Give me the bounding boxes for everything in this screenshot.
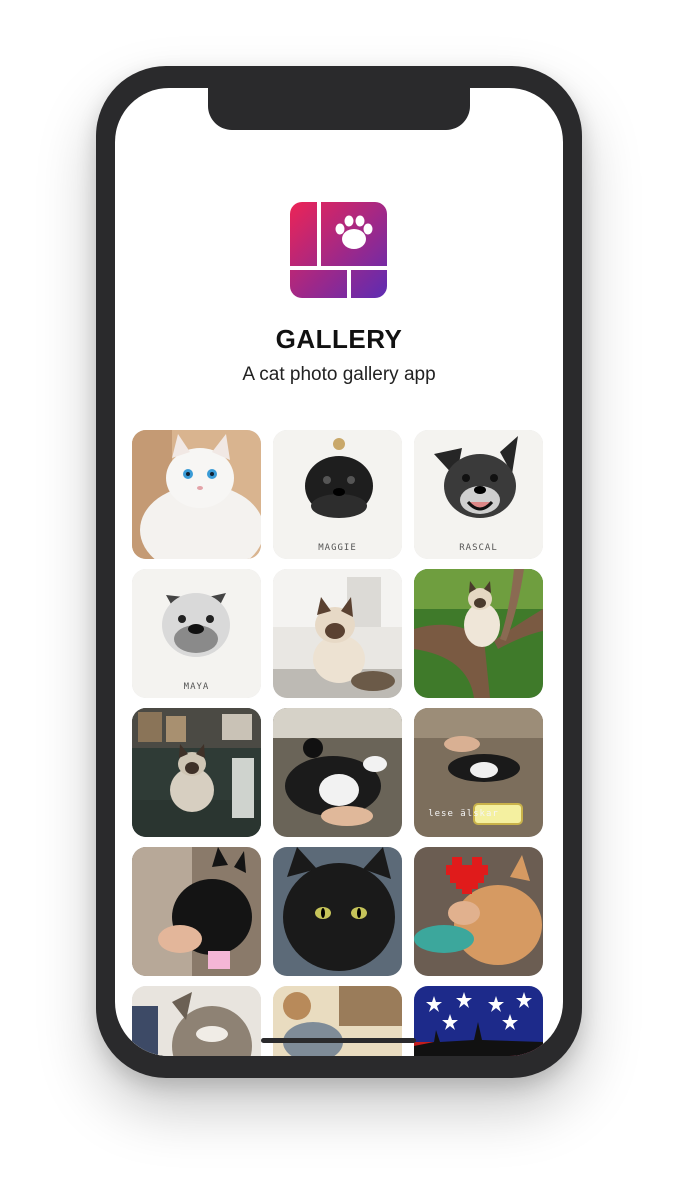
black-cat-lap-photo[interactable] xyxy=(132,847,261,976)
cat-with-teddy-bear-photo[interactable] xyxy=(273,986,402,1056)
tile-caption: MAYA xyxy=(183,682,210,692)
app-screen: GALLERY A cat photo gallery app MAGGIE R… xyxy=(115,88,563,1056)
home-indicator[interactable] xyxy=(261,1038,416,1043)
app-subtitle: A cat photo gallery app xyxy=(242,364,436,385)
device-mockup: GALLERY A cat photo gallery app MAGGIE R… xyxy=(0,0,677,1200)
rascal-dog-sketch[interactable]: RASCAL xyxy=(414,430,543,559)
maya-bulldog-sketch[interactable]: MAYA xyxy=(132,569,261,698)
white-persian-cat-photo[interactable] xyxy=(132,430,261,559)
tabby-cat-photo[interactable] xyxy=(132,986,261,1056)
tuxedo-cat-on-couch-photo[interactable] xyxy=(273,708,402,837)
black-cat-closeup-photo[interactable] xyxy=(273,847,402,976)
paw-logo-icon xyxy=(290,202,387,298)
siamese-kitten-photo[interactable] xyxy=(273,569,402,698)
phone-frame: GALLERY A cat photo gallery app MAGGIE R… xyxy=(96,66,582,1078)
tile-caption: lese älskar xyxy=(428,809,499,819)
app-title: GALLERY xyxy=(275,324,403,354)
flag-stars-skyline-photo[interactable] xyxy=(414,986,543,1056)
tile-caption: MAGGIE xyxy=(318,543,357,553)
siamese-cat-in-tree-photo[interactable] xyxy=(414,569,543,698)
phone-notch xyxy=(208,88,470,130)
tuxedo-cat-with-tag-photo[interactable]: lese älskar xyxy=(414,708,543,837)
maggie-dog-sketch[interactable]: MAGGIE xyxy=(273,430,402,559)
photo-grid: MAGGIE RASCAL MAYA lese älskar xyxy=(132,430,544,1056)
orange-cat-pixel-heart-photo[interactable] xyxy=(414,847,543,976)
siamese-cat-on-shelf-photo[interactable] xyxy=(132,708,261,837)
tile-caption: RASCAL xyxy=(459,543,498,553)
